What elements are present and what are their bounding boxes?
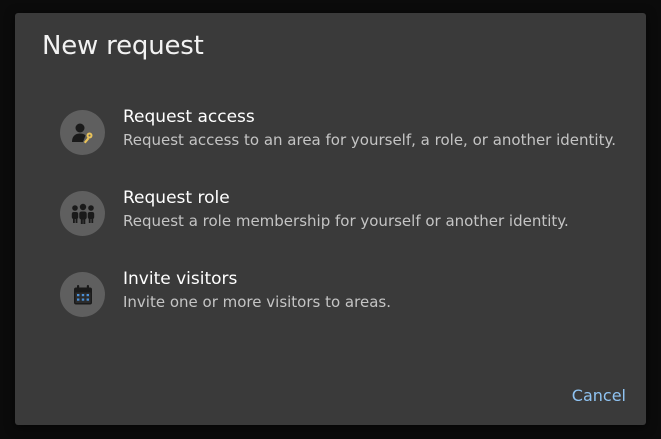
request-access-title: Request access	[123, 107, 255, 127]
invite-visitors-option[interactable]: Invite visitors Invite one or more visit…	[59, 269, 619, 323]
group-icon	[60, 191, 105, 236]
request-role-description: Request a role membership for yourself o…	[123, 212, 569, 230]
dialog-title: New request	[42, 31, 204, 61]
invite-visitors-description: Invite one or more visitors to areas.	[123, 293, 391, 311]
request-access-option[interactable]: Request access Request access to an area…	[59, 107, 619, 161]
invite-visitors-title: Invite visitors	[123, 269, 238, 289]
request-role-option[interactable]: Request role Request a role membership f…	[59, 188, 619, 242]
cancel-button[interactable]: Cancel	[572, 386, 626, 405]
request-role-title: Request role	[123, 188, 230, 208]
new-request-dialog: New request Request access Request acces…	[15, 13, 646, 425]
request-access-description: Request access to an area for yourself, …	[123, 131, 616, 149]
person-key-icon	[60, 110, 105, 155]
calendar-icon	[60, 272, 105, 317]
